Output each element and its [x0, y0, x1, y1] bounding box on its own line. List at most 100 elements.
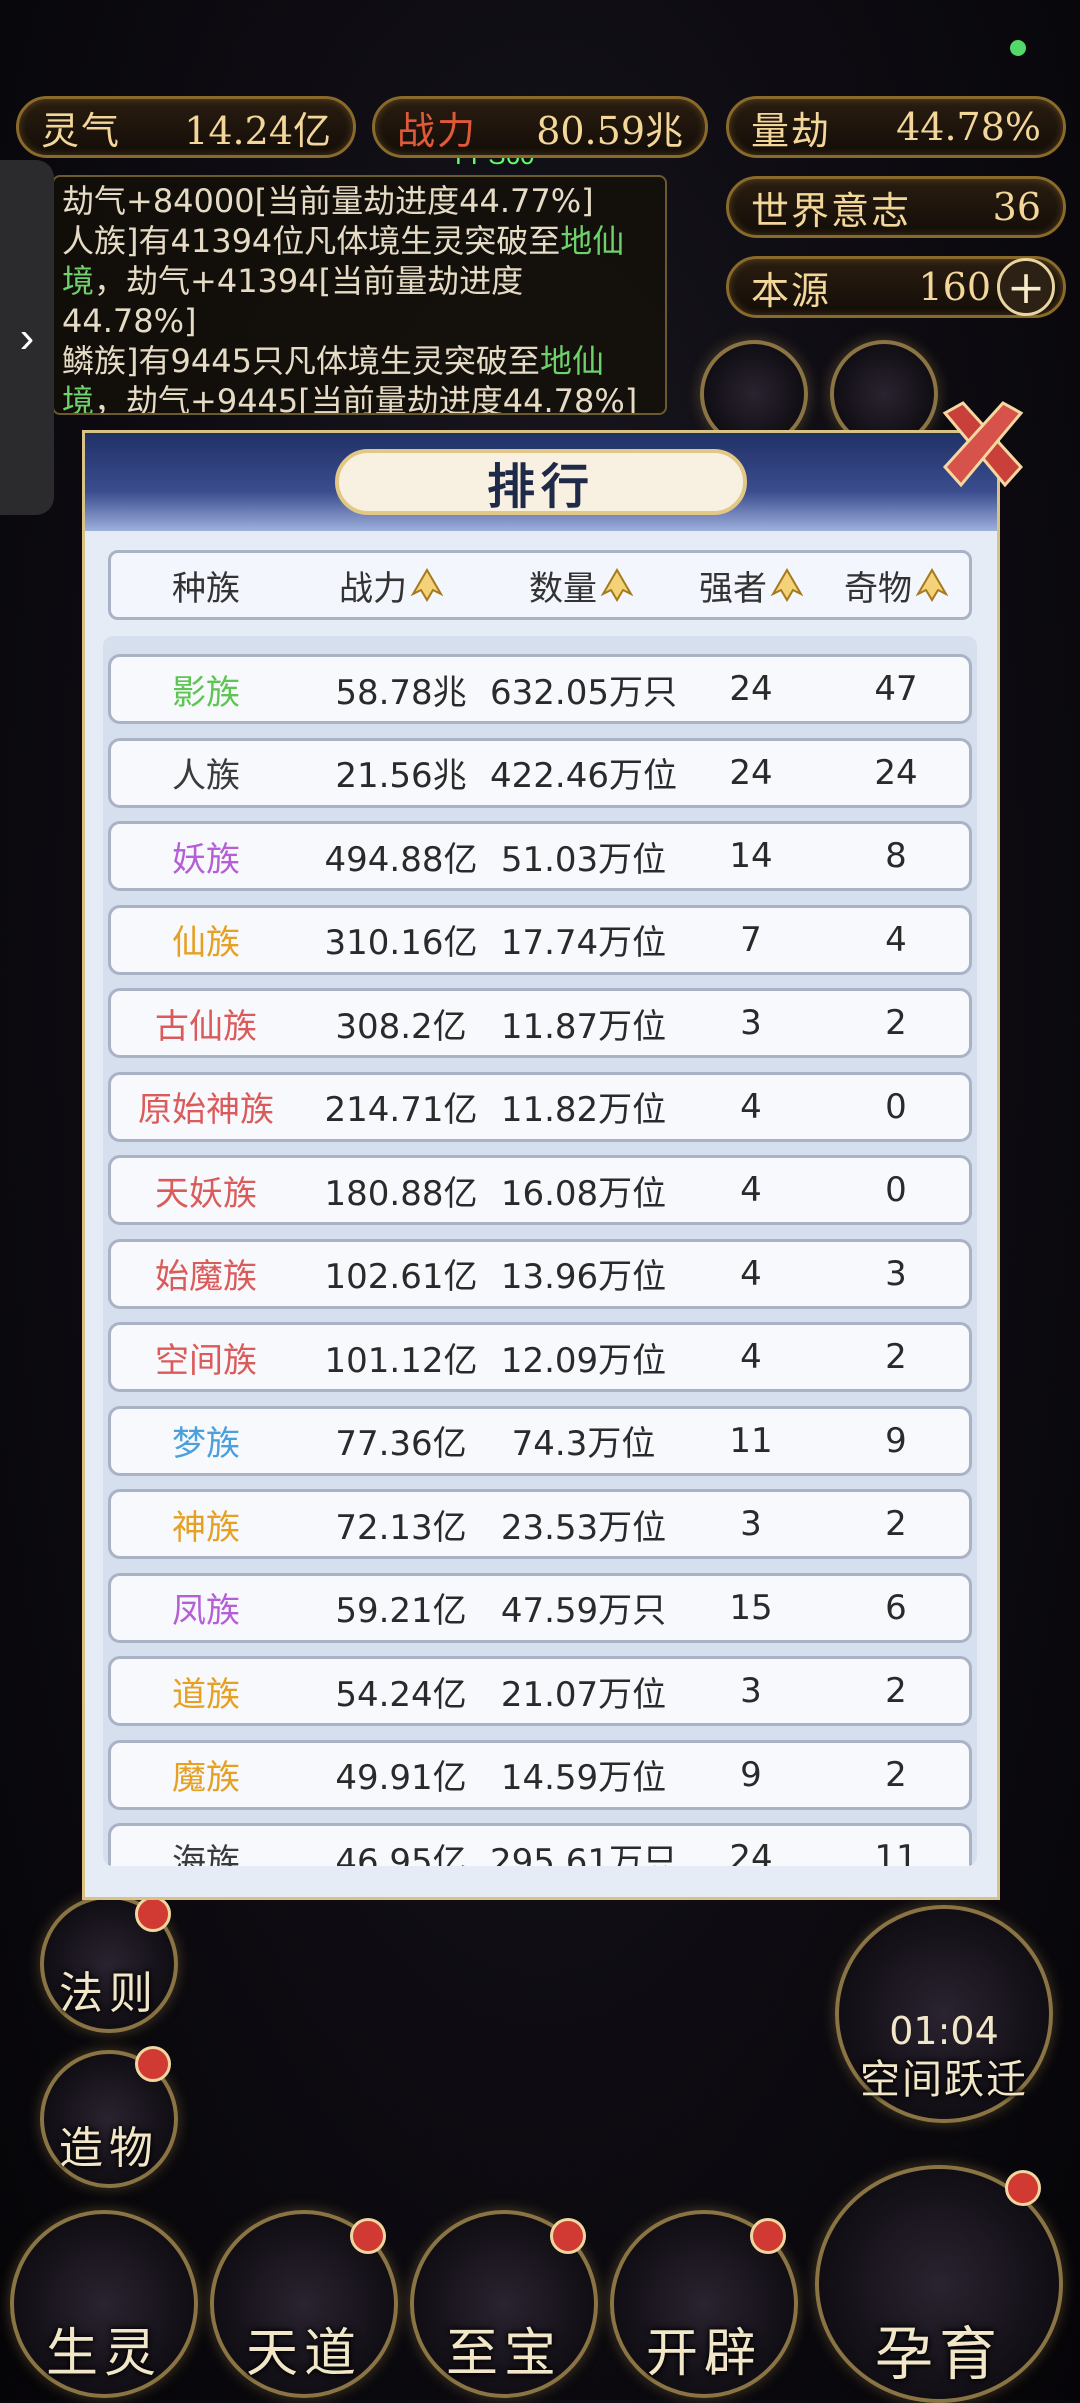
- table-row[interactable]: 始魔族 102.61亿 13.96万位 4 3: [108, 1238, 972, 1309]
- row-count: 21.07万位: [500, 1674, 667, 1715]
- row-treasure: 2: [885, 1337, 907, 1377]
- table-row[interactable]: 原始神族 214.71亿 11.82万位 4 0: [108, 1071, 972, 1142]
- log-line: 鳞族]有9445只凡体境生灵突破至地仙: [62, 342, 604, 380]
- table-row[interactable]: 空间族 101.12亿 12.09万位 4 2: [108, 1322, 972, 1392]
- row-count: 16.08万位: [500, 1173, 667, 1214]
- row-race: 梦族: [172, 1424, 240, 1464]
- row-count: 13.96万位: [500, 1257, 667, 1297]
- nav-yunyu-label: 孕育: [874, 2320, 1003, 2388]
- log-line: 境，劫气+41394[当前量劫进度44.78%]: [62, 262, 524, 340]
- benyuan-label: 本源: [751, 268, 832, 313]
- row-strong: 9: [740, 1754, 762, 1795]
- table-row[interactable]: 道族 54.24亿 21.07万位 3 2: [108, 1656, 972, 1726]
- table-row[interactable]: 凤族 59.21亿 47.59万只 15 6: [108, 1572, 972, 1643]
- sort-by-power[interactable]: 战力: [301, 553, 481, 617]
- space-jump-button[interactable]: 01:04 空间跃迁: [835, 1905, 1053, 2123]
- row-race: 原始神族: [138, 1090, 274, 1130]
- sort-by-treasure[interactable]: 奇物: [821, 553, 971, 617]
- world-will-stat: 世界意志 36: [726, 176, 1066, 238]
- row-treasure: 24: [874, 752, 918, 793]
- status-dot: [1010, 40, 1026, 56]
- row-power: 214.71亿: [324, 1090, 478, 1130]
- row-race: 人族: [172, 756, 240, 796]
- ranking-header: 种族 战力 数量 强者 奇物: [108, 550, 972, 620]
- row-count: 12.09万位: [500, 1340, 667, 1381]
- nav-zhibao-label: 至宝: [445, 2324, 562, 2384]
- row-race: 始魔族: [155, 1257, 257, 1297]
- notification-dot: [750, 2218, 786, 2254]
- sort-by-count[interactable]: 数量: [481, 553, 681, 617]
- row-power: 101.12亿: [324, 1340, 478, 1381]
- close-button[interactable]: [933, 395, 1033, 495]
- row-power: 72.13亿: [335, 1507, 467, 1548]
- sort-by-strong[interactable]: 强者: [681, 553, 821, 617]
- notification-dot: [135, 2046, 171, 2082]
- table-row[interactable]: 梦族 77.36亿 74.3万位 11 9: [108, 1405, 972, 1476]
- row-count: 295.61万只: [490, 1841, 677, 1867]
- world-will-value: 36: [992, 185, 1041, 229]
- row-treasure: 2: [885, 1504, 907, 1544]
- row-strong: 24: [729, 1838, 773, 1866]
- table-row[interactable]: 影族 58.78兆 632.05万只 24 47: [108, 654, 972, 724]
- row-strong: 4: [740, 1253, 762, 1294]
- side-drawer-toggle[interactable]: ›: [0, 160, 54, 515]
- log-line: 境，劫气+9445[当前量劫进度44.78%]: [62, 382, 638, 415]
- zhanli-stat: 战力 80.59兆: [372, 96, 708, 158]
- nav-kaipi-label: 开辟: [645, 2324, 762, 2384]
- row-power: 59.21亿: [335, 1591, 467, 1631]
- sort-arrow-icon: [411, 568, 443, 602]
- nav-tiandao-label: 天道: [245, 2324, 362, 2384]
- notification-dot: [550, 2218, 586, 2254]
- row-race: 神族: [172, 1507, 240, 1548]
- liangjie-label: 量劫: [751, 108, 832, 153]
- nav-shengling[interactable]: 生灵: [10, 2210, 198, 2398]
- row-race: 妖族: [172, 839, 240, 880]
- row-count: 11.82万位: [500, 1090, 667, 1130]
- notification-dot: [135, 1896, 171, 1932]
- row-power: 180.88亿: [324, 1173, 478, 1214]
- row-strong: 24: [729, 752, 773, 793]
- row-treasure: 2: [885, 1003, 907, 1043]
- row-treasure: 0: [885, 1170, 907, 1210]
- row-count: 74.3万位: [511, 1424, 656, 1464]
- nav-shengling-label: 生灵: [45, 2324, 162, 2384]
- table-row[interactable]: 仙族 310.16亿 17.74万位 7 4: [108, 904, 972, 975]
- zaowu-label: 造物: [59, 2123, 159, 2174]
- liangjie-value: 44.78%: [896, 105, 1041, 149]
- zhanli-label: 战力: [397, 108, 478, 153]
- row-power: 494.88亿: [324, 839, 478, 880]
- lingqi-label: 灵气: [41, 108, 122, 153]
- log-line: 人族]有41394位凡体境生灵突破至地仙: [62, 222, 625, 260]
- row-strong: 11: [729, 1420, 773, 1461]
- table-row[interactable]: 人族 21.56兆 422.46万位 24 24: [108, 737, 972, 808]
- modal-title: 排行: [335, 449, 747, 515]
- row-race: 影族: [172, 672, 240, 713]
- lingqi-value: 14.24亿: [184, 108, 331, 153]
- table-row[interactable]: 魔族 49.91亿 14.59万位 9 2: [108, 1739, 972, 1810]
- row-power: 49.91亿: [335, 1758, 467, 1798]
- table-row[interactable]: 妖族 494.88亿 51.03万位 14 8: [108, 821, 972, 891]
- add-benyuan-button[interactable]: +: [997, 258, 1055, 316]
- row-strong: 3: [740, 1504, 762, 1544]
- row-strong: 14: [729, 836, 773, 876]
- row-power: 310.16亿: [324, 923, 478, 963]
- sort-arrow-icon: [771, 568, 803, 602]
- row-power: 54.24亿: [335, 1674, 467, 1715]
- row-race: 魔族: [172, 1758, 240, 1798]
- notification-dot: [350, 2218, 386, 2254]
- table-row[interactable]: 天妖族 180.88亿 16.08万位 4 0: [108, 1155, 972, 1225]
- table-row[interactable]: 古仙族 308.2亿 11.87万位 3 2: [108, 988, 972, 1058]
- log-line: 劫气+84000[当前量劫进度44.77%]: [62, 182, 594, 220]
- row-treasure: 0: [885, 1086, 907, 1127]
- header-race: 种族: [172, 568, 240, 609]
- row-treasure: 47: [874, 669, 918, 709]
- table-row[interactable]: 海族 46.95亿 295.61万只 24 11: [108, 1823, 972, 1866]
- row-power: 58.78兆: [335, 672, 467, 713]
- row-race: 海族: [172, 1841, 240, 1867]
- row-treasure: 9: [885, 1420, 907, 1461]
- ranking-list[interactable]: 影族 58.78兆 632.05万只 24 47 人族 21.56兆 422.46万位 24 24…: [103, 636, 977, 1866]
- row-strong: 24: [729, 669, 773, 709]
- table-row[interactable]: 神族 72.13亿 23.53万位 3 2: [108, 1489, 972, 1559]
- row-count: 632.05万只: [490, 672, 677, 713]
- row-power: 21.56兆: [335, 756, 467, 796]
